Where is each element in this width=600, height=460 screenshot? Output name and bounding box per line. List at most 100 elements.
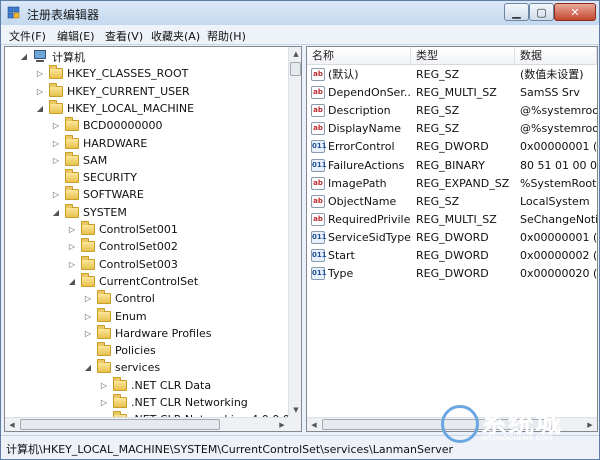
folder-icon [97, 290, 111, 305]
close-button[interactable]: ✕ [554, 3, 596, 21]
tree-node-label: services [115, 361, 161, 375]
scroll-left-icon[interactable]: ◀ [307, 418, 321, 431]
folder-icon [97, 342, 111, 357]
tree-node[interactable]: ◢ SYSTEM [51, 203, 127, 221]
value-row[interactable]: 011Start REG_DWORD 0x00000002 (2) [307, 247, 597, 265]
watermark-logo-icon [441, 405, 479, 443]
expand-arrow-icon[interactable]: ▷ [67, 260, 77, 269]
value-row[interactable]: 011ServiceSidType REG_DWORD 0x00000001 (1) [307, 229, 597, 247]
expand-arrow-icon[interactable]: ▷ [51, 190, 61, 199]
tree-node[interactable]: Policies [83, 342, 156, 359]
value-name: Description [328, 104, 391, 118]
menu-edit[interactable]: 编辑(E) [57, 28, 95, 44]
folder-icon [97, 359, 111, 374]
value-name: Start [328, 249, 355, 262]
registry-editor-window: 注册表编辑器 ▁ ▢ ✕ 文件(F) 编辑(E) 查看(V) 收藏夹(A) 帮助… [0, 0, 600, 460]
value-row[interactable]: ab (默认) REG_SZ (数值未设置) [307, 66, 597, 84]
tree-node[interactable]: ◢ 计算机 [19, 48, 85, 65]
collapse-arrow-icon[interactable]: ◢ [19, 52, 29, 61]
tree-node[interactable]: ▷ Control [83, 290, 155, 307]
minimize-button[interactable]: ▁ [504, 3, 529, 21]
tree-node-label: Control [115, 292, 155, 306]
tree-node[interactable]: ▷ .NET CLR Data [99, 376, 211, 394]
expand-arrow-icon[interactable]: ▷ [67, 242, 77, 251]
value-row[interactable]: 011Type REG_DWORD 0x00000020 (32) [307, 265, 597, 283]
tree-node[interactable]: ▷ HARDWARE [51, 134, 148, 152]
expand-arrow-icon[interactable]: ▷ [99, 398, 109, 407]
tree-scroll-thumb[interactable] [290, 62, 301, 76]
tree-vertical-scrollbar[interactable]: ▲ ▼ [288, 47, 301, 417]
string-value-icon: ab [311, 176, 325, 190]
collapse-arrow-icon[interactable]: ◢ [83, 363, 93, 372]
menu-favorites[interactable]: 收藏夹(A) [151, 28, 200, 44]
scroll-up-icon[interactable]: ▲ [289, 47, 301, 61]
tree-node[interactable]: ◢ HKEY_LOCAL_MACHINE [35, 99, 194, 117]
expand-arrow-icon[interactable]: ▷ [83, 312, 93, 321]
expand-arrow-icon[interactable]: ▷ [51, 156, 61, 165]
expand-arrow-icon[interactable]: ▷ [83, 329, 93, 338]
menu-file[interactable]: 文件(F) [9, 28, 46, 44]
scroll-corner [288, 417, 301, 431]
value-type: REG_DWORD [416, 140, 489, 154]
scroll-right-icon[interactable]: ▶ [275, 418, 289, 431]
tree-node[interactable]: ▷ ControlSet001 [67, 221, 178, 238]
tree-node[interactable]: ▷ ControlSet003 [67, 255, 178, 273]
menu-view[interactable]: 查看(V) [105, 28, 143, 44]
value-row[interactable]: ab Description REG_SZ @%systemroot [307, 102, 597, 120]
tree-node[interactable]: ▷ HKEY_CURRENT_USER [35, 82, 190, 100]
binary-value-icon: 011 [311, 249, 327, 262]
expand-arrow-icon[interactable]: ▷ [35, 69, 45, 78]
tree-node[interactable]: ▷ .NET CLR Networking [99, 394, 248, 411]
expand-arrow-icon[interactable]: ▷ [51, 121, 61, 130]
value-name: RequiredPrivile... [328, 212, 411, 226]
tree-node-label: SYSTEM [83, 205, 127, 219]
collapse-arrow-icon[interactable]: ◢ [35, 104, 45, 113]
expand-arrow-icon[interactable]: ▷ [51, 139, 61, 148]
menu-help[interactable]: 帮助(H) [207, 28, 246, 44]
tree-node[interactable]: ◢ CurrentControlSet [67, 272, 198, 290]
value-type: REG_SZ [416, 68, 460, 81]
tree-node[interactable]: ▷ ControlSet002 [67, 238, 178, 255]
scroll-left-icon[interactable]: ◀ [5, 418, 19, 431]
column-data-header[interactable]: 数据 [515, 47, 597, 65]
tree-node[interactable]: ▷ Enum [83, 307, 147, 325]
tree-node[interactable]: ▷ HKEY_CLASSES_ROOT [35, 65, 188, 82]
value-row[interactable]: ab DependOnSer... REG_MULTI_SZ SamSS Srv [307, 84, 597, 102]
collapse-arrow-icon[interactable]: ◢ [51, 208, 61, 217]
folder-icon [81, 272, 95, 287]
close-icon: ✕ [570, 5, 580, 19]
scroll-right-icon[interactable]: ▶ [583, 418, 597, 431]
tree-hscroll-thumb[interactable] [20, 419, 220, 430]
value-row[interactable]: abImagePath REG_EXPAND_SZ %SystemRoot% [307, 175, 597, 193]
tree-node[interactable]: ▷ SAM [51, 151, 107, 169]
expand-arrow-icon[interactable]: ▷ [35, 87, 45, 96]
collapse-arrow-icon[interactable]: ◢ [67, 277, 77, 286]
value-row[interactable]: 011 FailureActions REG_BINARY 80 51 01 00 0… [307, 157, 597, 175]
binary-value-icon: 011 [311, 158, 327, 172]
tree-node[interactable]: ▷ Hardware Profiles [83, 324, 212, 342]
value-row[interactable]: 011ErrorControl REG_DWORD 0x00000001 (1) [307, 138, 597, 156]
tree-node-label: HARDWARE [83, 136, 148, 150]
tree-node[interactable]: ◢ services [83, 359, 160, 376]
tree-horizontal-scrollbar[interactable]: ◀ ▶ [5, 417, 289, 431]
value-data: SeChangeNotif [520, 212, 597, 226]
string-value-icon: ab [311, 86, 325, 100]
value-data: SamSS Srv [520, 86, 580, 100]
expand-arrow-icon[interactable]: ▷ [67, 225, 77, 234]
tree-node[interactable]: SECURITY [51, 169, 137, 186]
tree-node[interactable]: ▷ BCD00000000 [51, 117, 163, 134]
expand-arrow-icon[interactable]: ▷ [83, 294, 93, 303]
scroll-down-icon[interactable]: ▼ [289, 403, 301, 417]
column-type-header[interactable]: 类型 [411, 47, 515, 65]
value-type: REG_BINARY [416, 158, 485, 172]
value-name: DependOnSer... [328, 86, 411, 100]
folder-icon [81, 221, 95, 235]
tree-node[interactable]: ▷ SOFTWARE [51, 186, 144, 203]
column-name-header[interactable]: 名称 [307, 47, 411, 65]
expand-arrow-icon[interactable]: ▷ [99, 381, 109, 390]
value-row[interactable]: abRequiredPrivile... REG_MULTI_SZ SeChange… [307, 211, 597, 229]
value-row[interactable]: ab ObjectName REG_SZ LocalSystem [307, 193, 597, 211]
value-row[interactable]: ab DisplayName REG_SZ @%systemroot [307, 120, 597, 138]
maximize-button[interactable]: ▢ [529, 3, 554, 21]
binary-value-icon: 011 [311, 267, 327, 281]
